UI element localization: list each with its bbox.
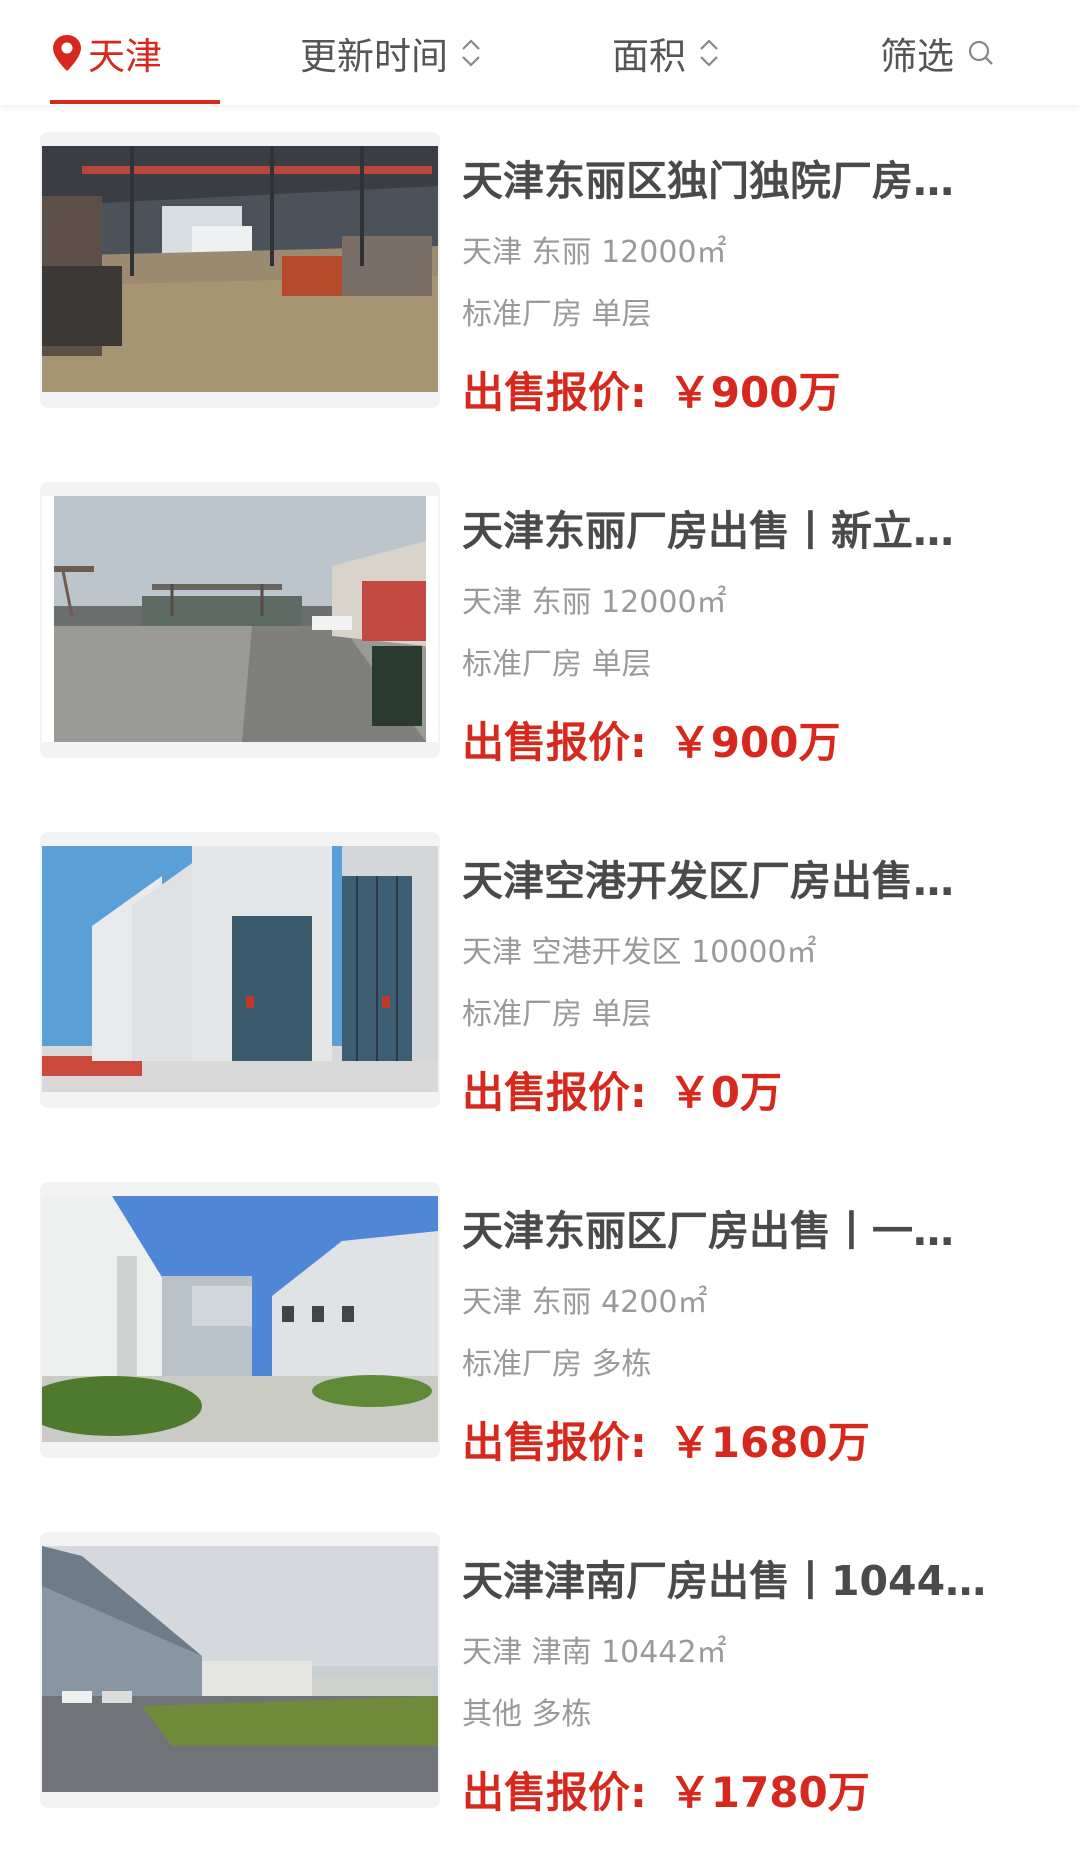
listing-card[interactable]: 天津东丽区厂房出售丨一… 天津 东丽 4200㎡ 标准厂房 多栋 出售报价: ￥1… [0, 1155, 1080, 1467]
sort-area-label: 面积 [612, 34, 686, 78]
listing-title[interactable]: 天津空港开发区厂房出售… [462, 855, 1002, 907]
listing-price: 出售报价: ￥0万 [462, 1067, 782, 1119]
listing-title[interactable]: 天津津南厂房出售丨10442… [462, 1555, 1002, 1607]
listing-district: 东丽 [531, 1285, 592, 1320]
price-value: ￥1780万 [668, 1768, 870, 1817]
listing-price: 出售报价: ￥1780万 [462, 1767, 870, 1819]
filter-label: 筛选 [880, 34, 954, 78]
listing-type: 标准厂房 [462, 1347, 582, 1382]
warehouse-interior-photo [42, 146, 438, 392]
location-pin-icon [53, 34, 81, 71]
listing-price: 出售报价: ￥900万 [462, 717, 840, 769]
factory-yard-photo [42, 496, 438, 742]
office-building-photo [42, 846, 438, 1092]
listing-type: 标准厂房 [462, 647, 582, 682]
price-value: ￥900万 [668, 718, 841, 767]
listing-city: 天津 [462, 1285, 522, 1320]
listing-floors: 单层 [591, 647, 652, 682]
listing-floors: 多栋 [591, 1347, 652, 1382]
search-icon [968, 40, 993, 65]
listing-photo[interactable] [40, 132, 440, 408]
price-label: 出售报价: [462, 368, 647, 417]
active-tab-indicator [50, 100, 220, 104]
listing-type-floors: 标准厂房 单层 [462, 645, 652, 685]
industrial-park-photo [42, 1546, 438, 1792]
listing-district: 空港开发区 [531, 935, 682, 970]
listing-location-area: 天津 空港开发区 10000㎡ [462, 933, 817, 973]
listing-city: 天津 [462, 235, 522, 270]
filter-bar: 天津 更新时间 面积 筛选 [0, 0, 1080, 105]
listing-type-floors: 标准厂房 单层 [462, 295, 652, 335]
listing-area: 10000㎡ [691, 935, 817, 970]
listing-card[interactable]: 天津东丽厂房出售丨新立… 天津 东丽 12000㎡ 标准厂房 单层 出售报价: ￥… [0, 455, 1080, 767]
sort-arrows-icon [462, 38, 480, 67]
listing-area: 12000㎡ [601, 585, 727, 620]
price-value: ￥900万 [668, 368, 841, 417]
sort-by-area[interactable]: 面积 [612, 0, 720, 105]
listing-type-floors: 标准厂房 单层 [462, 995, 652, 1035]
listing-floors: 单层 [591, 997, 652, 1032]
listing-price: 出售报价: ￥900万 [462, 367, 840, 419]
city-label: 天津 [88, 34, 162, 78]
listing-title[interactable]: 天津东丽区厂房出售丨一… [462, 1205, 1002, 1257]
price-value: ￥0万 [668, 1068, 783, 1117]
listing-type: 标准厂房 [462, 997, 582, 1032]
listing-city: 天津 [462, 585, 522, 620]
listing-card[interactable]: 天津津南厂房出售丨10442… 天津 津南 10442㎡ 其他 多栋 出售报价:… [0, 1505, 1080, 1817]
factory-buildings-photo [42, 1196, 438, 1442]
listing-location-area: 天津 东丽 4200㎡ [462, 1283, 707, 1323]
listing-location-area: 天津 津南 10442㎡ [462, 1633, 727, 1673]
listing-area: 4200㎡ [601, 1285, 708, 1320]
listing-photo[interactable] [40, 1532, 440, 1808]
listing-city: 天津 [462, 1635, 522, 1670]
listing-card[interactable]: 天津东丽区独门独院厂房… 天津 东丽 12000㎡ 标准厂房 单层 出售报价: ￥… [0, 105, 1080, 417]
listing-city: 天津 [462, 935, 522, 970]
filter-button[interactable]: 筛选 [880, 0, 996, 105]
listing-location-area: 天津 东丽 12000㎡ [462, 233, 727, 273]
listing-district: 津南 [531, 1635, 592, 1670]
listing-title[interactable]: 天津东丽区独门独院厂房… [462, 155, 1002, 207]
price-value: ￥1680万 [668, 1418, 870, 1467]
listing-area: 12000㎡ [601, 235, 727, 270]
listing-card[interactable]: 天津空港开发区厂房出售… 天津 空港开发区 10000㎡ 标准厂房 单层 出售报… [0, 805, 1080, 1117]
listing-photo[interactable] [40, 832, 440, 1108]
city-selector[interactable]: 天津 [50, 0, 220, 105]
listing-type-floors: 标准厂房 多栋 [462, 1345, 652, 1385]
sort-update-label: 更新时间 [300, 34, 448, 78]
listing-location-area: 天津 东丽 12000㎡ [462, 583, 727, 623]
sort-arrows-icon [700, 38, 718, 67]
listing-price: 出售报价: ￥1680万 [462, 1417, 870, 1469]
listing-district: 东丽 [531, 235, 592, 270]
sort-by-update-time[interactable]: 更新时间 [300, 0, 482, 105]
price-label: 出售报价: [462, 1418, 647, 1467]
listing-photo[interactable] [40, 1182, 440, 1458]
listing-type-floors: 其他 多栋 [462, 1695, 592, 1735]
listing-type: 标准厂房 [462, 297, 582, 332]
price-label: 出售报价: [462, 718, 647, 767]
listing-type: 其他 [462, 1697, 522, 1732]
listing-floors: 多栋 [531, 1697, 592, 1732]
listing-area: 10442㎡ [601, 1635, 727, 1670]
listing-photo[interactable] [40, 482, 440, 758]
listing-title[interactable]: 天津东丽厂房出售丨新立… [462, 505, 1002, 557]
price-label: 出售报价: [462, 1768, 647, 1817]
price-label: 出售报价: [462, 1068, 647, 1117]
listing-floors: 单层 [591, 297, 652, 332]
listing-district: 东丽 [531, 585, 592, 620]
